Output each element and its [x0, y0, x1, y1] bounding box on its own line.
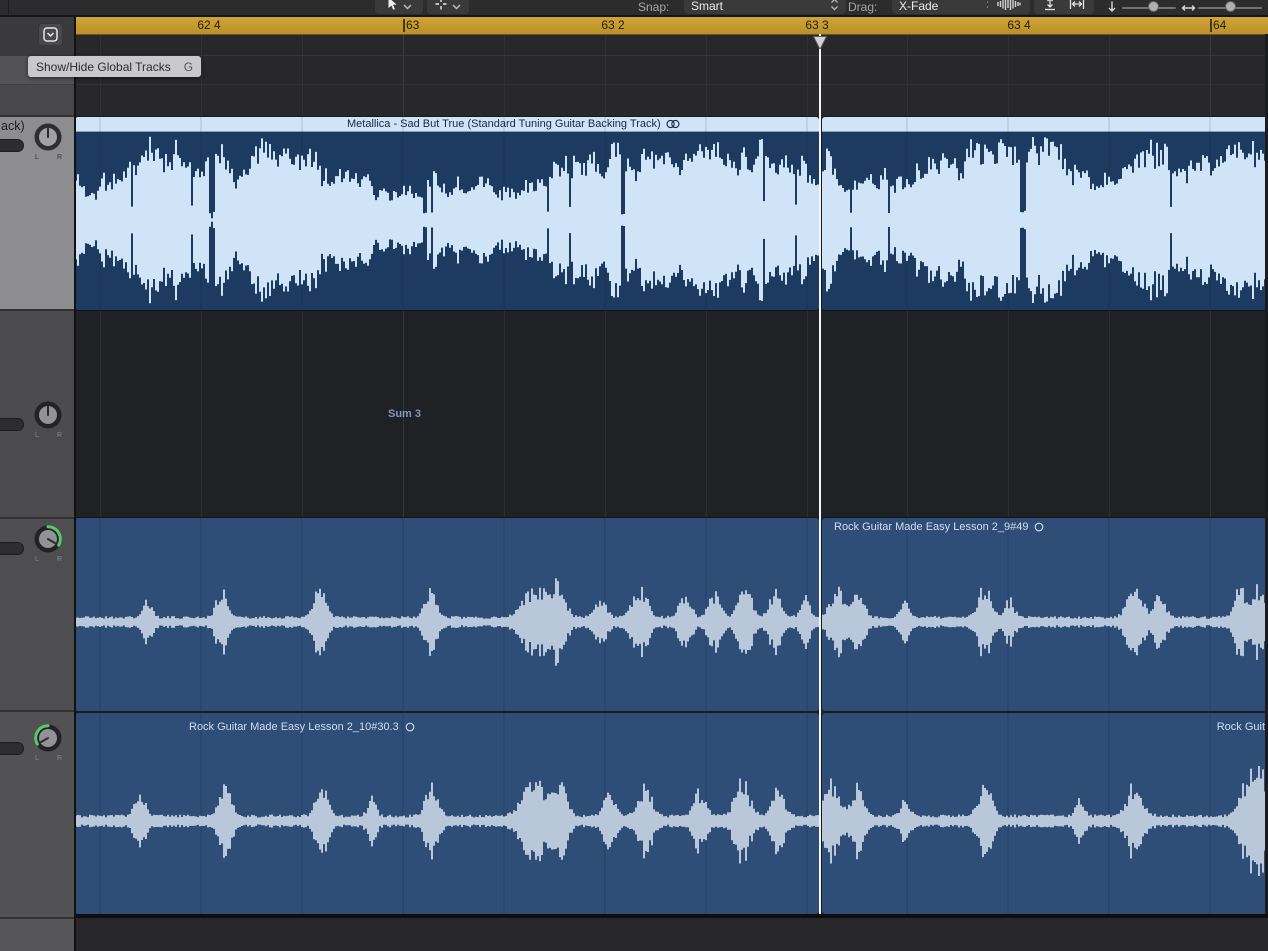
- ruler-tick-label: 62 4: [197, 17, 220, 34]
- chevron-down-icon: [403, 0, 412, 15]
- pan-knob[interactable]: LR: [30, 719, 66, 763]
- svg-text:L: L: [35, 755, 39, 762]
- ruler-tick-label: 64: [1213, 17, 1226, 34]
- auto-zoom-button-group: [1034, 0, 1094, 14]
- pan-knob[interactable]: LR: [30, 118, 66, 162]
- bar-ruler[interactable]: 62 4 63 63 2 63 3 63 4 64: [75, 17, 1268, 35]
- global-lane-separator: [75, 84, 1268, 85]
- svg-text:R: R: [57, 556, 62, 563]
- waveform-zoom-icon: [996, 0, 1022, 16]
- ruler-tick-label: 63 3: [805, 17, 828, 34]
- vertical-zoom-icon: [1106, 0, 1118, 19]
- region-title: Rock Guitar Made Easy Lesson 2_9#49: [834, 521, 1044, 533]
- slider-thumb[interactable]: [1148, 1, 1159, 12]
- chevron-down-boxed-icon: [43, 27, 58, 42]
- logic-pro-tracks-window: Snap: Smart Drag: X-Fade: [0, 0, 1268, 951]
- chevron-down-icon: [452, 0, 461, 15]
- slider-thumb[interactable]: [1225, 1, 1236, 12]
- track-stack-label: Sum 3: [388, 408, 421, 420]
- waveform: [75, 518, 819, 711]
- audio-region-lesson10-right[interactable]: Rock Guit: [822, 713, 1268, 914]
- tooltip-text: Show/Hide Global Tracks: [36, 60, 171, 74]
- ruler-tick-label: 63 2: [601, 17, 624, 34]
- ruler-tick-label: 63 4: [1007, 17, 1030, 34]
- ruler-tick-mark: [1210, 19, 1212, 32]
- svg-text:L: L: [35, 432, 39, 439]
- audio-region-metallica-left[interactable]: Metallica - Sad But True (Standard Tunin…: [75, 117, 819, 310]
- header-content-divider[interactable]: [74, 17, 76, 951]
- snap-label: Snap:: [638, 0, 669, 14]
- svg-text:L: L: [35, 154, 39, 161]
- volume-pill[interactable]: [0, 418, 24, 431]
- snap-dropdown[interactable]: Smart: [684, 0, 846, 14]
- waveform-zoom-button[interactable]: [988, 0, 1030, 14]
- playhead-marker[interactable]: [811, 35, 829, 55]
- waveform: [822, 518, 1268, 711]
- ruler-tick-mark: [403, 19, 405, 32]
- waveform: [822, 713, 1268, 914]
- snap-value: Smart: [691, 0, 822, 13]
- drag-dropdown[interactable]: X-Fade: [892, 0, 1002, 14]
- crosshair-icon: [435, 0, 447, 15]
- region-title: Rock Guitar Made Easy Lesson 2_10#30.3: [189, 721, 415, 733]
- horizontal-auto-zoom-icon[interactable]: [1069, 0, 1085, 16]
- svg-text:L: L: [35, 556, 39, 563]
- global-lane-separator: [75, 55, 1268, 56]
- pan-knob[interactable]: LR: [30, 520, 66, 564]
- mono-icon: [405, 722, 415, 732]
- svg-text:R: R: [57, 755, 62, 762]
- audio-region-lesson9-left[interactable]: [75, 518, 819, 711]
- audio-region-lesson10-left[interactable]: Rock Guitar Made Easy Lesson 2_10#30.3: [75, 713, 819, 914]
- svg-text:R: R: [57, 154, 62, 161]
- chevron-updown-icon: [830, 0, 839, 14]
- drag-value: X-Fade: [899, 0, 978, 13]
- svg-text:R: R: [57, 432, 62, 439]
- track-name-fragment: ack): [1, 119, 25, 133]
- waveform: [822, 117, 1268, 310]
- crosshair-tool-button[interactable]: [427, 0, 469, 14]
- audio-region-lesson9-right[interactable]: Rock Guitar Made Easy Lesson 2_9#49: [822, 518, 1268, 711]
- vertical-auto-zoom-icon[interactable]: [1043, 0, 1057, 16]
- waveform: [75, 713, 819, 914]
- pan-knob[interactable]: LR: [30, 396, 66, 440]
- pointer-tool-button[interactable]: [375, 0, 423, 14]
- ruler-tick-label: 63: [406, 17, 419, 34]
- volume-pill[interactable]: [0, 139, 24, 152]
- region-title-partial: Rock Guit: [1217, 721, 1265, 733]
- volume-pill[interactable]: [0, 742, 24, 755]
- horizontal-zoom-icon: [1181, 1, 1196, 19]
- tooltip-shortcut: G: [184, 60, 193, 74]
- drag-label: Drag:: [848, 0, 877, 14]
- toolbar-divider: [8, 0, 9, 15]
- waveform: [75, 117, 819, 310]
- playhead-line: [819, 34, 821, 914]
- track-bottom-border: [75, 914, 1268, 918]
- pointer-tool-icon: [387, 0, 398, 15]
- volume-pill[interactable]: [0, 542, 24, 555]
- mono-icon: [1034, 522, 1044, 532]
- global-tracks-band-2: [0, 84, 75, 117]
- global-tracks-button[interactable]: [38, 23, 63, 46]
- tooltip: Show/Hide Global Tracks G: [28, 56, 201, 77]
- audio-region-metallica-right[interactable]: [822, 117, 1268, 310]
- track-header-5[interactable]: [0, 919, 75, 951]
- toolbar: Snap: Smart Drag: X-Fade: [0, 0, 1268, 17]
